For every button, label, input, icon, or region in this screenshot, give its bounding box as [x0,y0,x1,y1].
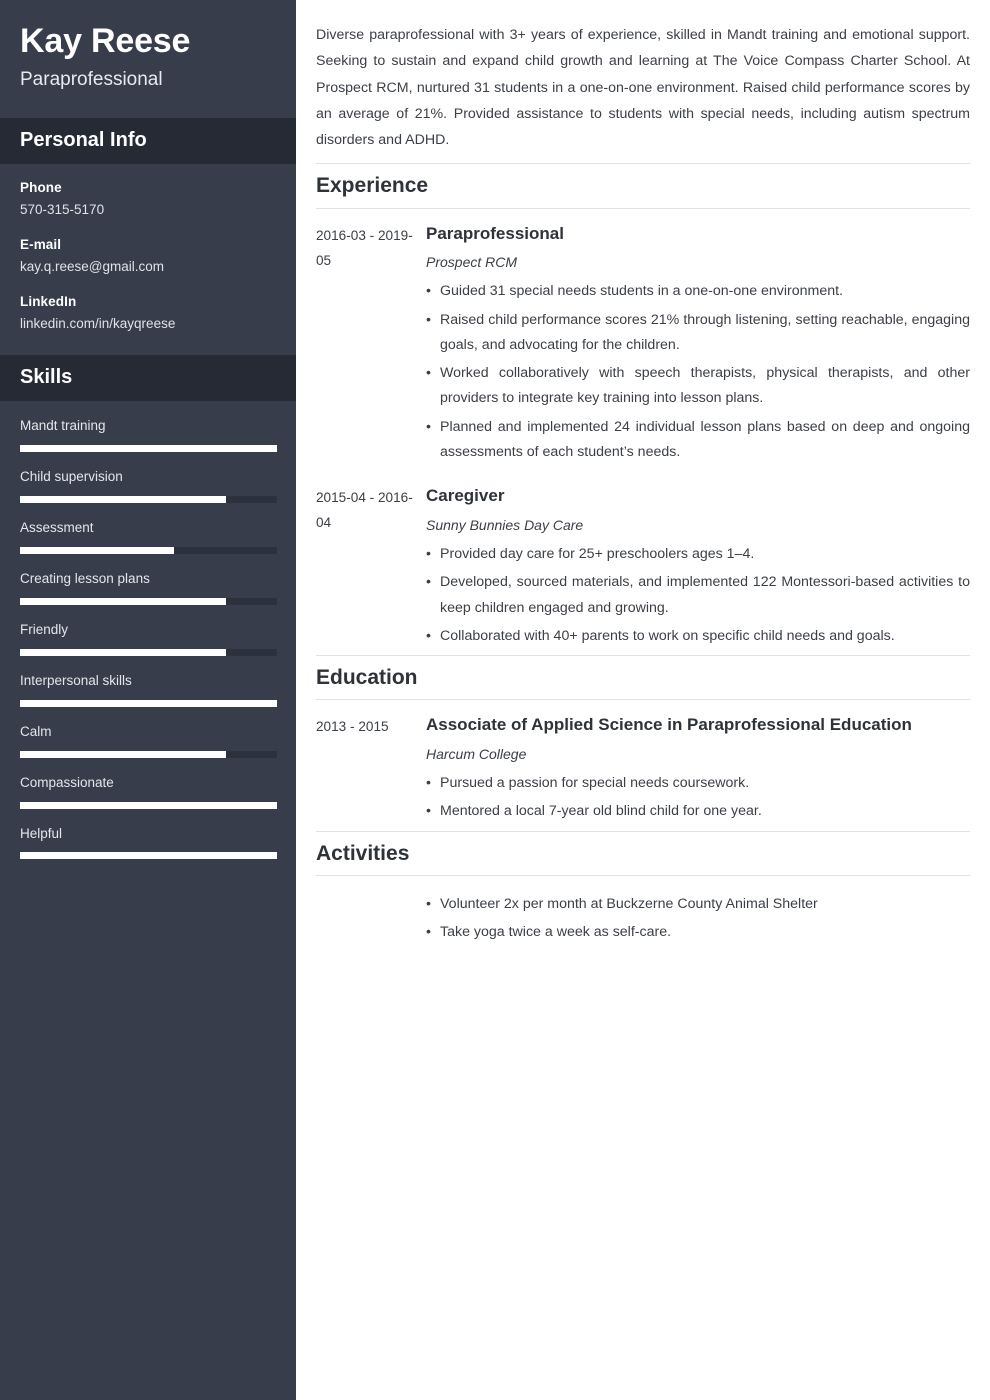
skill-bar-fill [20,496,226,504]
entry-school: Harcum College [426,745,527,762]
entry-dates: 2015-04 - 2016-04 [316,490,413,531]
section-heading-experience: Experience [316,174,429,198]
skill-bar-fill [20,597,226,605]
identity-block: Kay Reese Paraprofessional [0,0,296,118]
entry-organization: Prospect RCM [426,253,518,270]
bullet-item: Provided day care for 25+ preschoolers a… [426,542,970,568]
skill-label: Helpful [20,825,63,841]
contact-value[interactable]: linkedin.com/in/kayqreese [20,314,276,335]
skill-item: Interpersonal skills [20,672,277,707]
candidate-job-title: Paraprofessional [20,69,163,91]
entry-body: Associate of Applied Science in Paraprof… [426,712,970,825]
personal-info-heading: Personal Info [20,128,147,151]
resume-page: Kay Reese Paraprofessional Personal Info… [0,0,990,1400]
sidebar: Kay Reese Paraprofessional Personal Info… [0,0,296,1400]
entry-body: Caregiver Sunny Bunnies Day Care Provide… [426,483,970,649]
skill-label: Creating lesson plans [20,571,150,587]
skill-item: Friendly [20,621,277,656]
skill-label: Child supervision [20,469,123,485]
education-entry: 2013 - 2015 Associate of Applied Science… [316,700,970,830]
skills-heading: Skills [20,366,73,389]
entry-dates: 2016-03 - 2019-05 [316,227,413,268]
bullet-item: Guided 31 special needs students in a on… [426,279,970,305]
section-experience: Experience 2016-03 - 2019-05 Paraprofess… [316,163,970,655]
entry-bullets: Volunteer 2x per month at Buckzerne Coun… [426,892,970,946]
professional-summary: Diverse paraprofessional with 3+ years o… [316,27,970,149]
bullet-item: Take yoga twice a week as self-care. [426,920,970,946]
skill-item: Mandt training [20,417,277,453]
contact-list: Phone 570-315-5170 E-mail kay.q.reese@gm… [0,164,296,356]
skill-label: Compassionate [20,774,114,790]
entry-body: Paraprofessional Prospect RCM Guided 31 … [426,221,970,466]
entry-bullets: Guided 31 special needs students in a on… [426,279,970,465]
skill-bar-track [20,445,277,453]
bullet-item: Collaborated with 40+ parents to work on… [426,624,970,650]
contact-label: Phone [20,179,62,195]
skills-header: Skills [0,355,296,402]
skill-bar-track [20,801,277,809]
skill-bar-fill [20,801,277,809]
entry-body: Volunteer 2x per month at Buckzerne Coun… [426,886,970,946]
contact-item-email: E-mail kay.q.reese@gmail.com [20,235,276,278]
candidate-name: Kay Reese [20,22,191,60]
skill-label: Mandt training [20,418,106,434]
experience-entry: 2015-04 - 2016-04 Caregiver Sunny Bunnie… [316,471,970,655]
skill-bar-fill [20,852,277,860]
contact-label: LinkedIn [20,294,77,310]
skill-item: Child supervision [20,468,277,504]
skill-item: Assessment [20,519,277,555]
skill-item: Compassionate [20,774,277,809]
bullet-item: Developed, sourced materials, and implem… [426,570,970,621]
section-education: Education 2013 - 2015 Associate of Appli… [316,655,970,831]
personal-info-header: Personal Info [0,117,296,164]
skill-label: Assessment [20,520,94,536]
bullet-item: Raised child performance scores 21% thro… [426,308,970,359]
main-content: Diverse paraprofessional with 3+ years o… [296,0,990,1400]
contact-value[interactable]: 570-315-5170 [20,200,276,221]
skill-label: Friendly [20,621,69,637]
section-heading-education: Education [316,666,418,690]
entry-bullets: Pursued a passion for special needs cour… [426,771,970,825]
skill-bar-track [20,496,277,504]
skill-item: Calm [20,723,277,758]
entry-role: Paraprofessional [426,223,564,243]
bullet-item: Pursued a passion for special needs cour… [426,771,970,797]
contact-value[interactable]: kay.q.reese@gmail.com [20,257,276,278]
activities-date-spacer [316,886,426,946]
contact-label: E-mail [20,237,62,253]
skill-bar-track [20,547,277,555]
skill-bar-track [20,648,277,656]
section-heading-activities: Activities [316,841,410,865]
contact-item-linkedin: LinkedIn linkedin.com/in/kayqreese [20,292,276,335]
skill-bar-fill [20,445,277,453]
entry-bullets: Provided day care for 25+ preschoolers a… [426,542,970,649]
skill-bar-track [20,699,277,707]
skill-bar-fill [20,547,175,555]
bullet-item: Volunteer 2x per month at Buckzerne Coun… [426,892,970,918]
skill-bar-track [20,852,277,860]
bullet-item: Mentored a local 7-year old blind child … [426,799,970,825]
skill-label: Calm [20,723,52,739]
skill-item: Creating lesson plans [20,570,277,605]
skill-bar-track [20,597,277,605]
bullet-item: Planned and implemented 24 individual le… [426,415,970,466]
entry-degree: Associate of Applied Science in Paraprof… [426,715,912,735]
contact-item-phone: Phone 570-315-5170 [20,178,276,221]
skills-list: Mandt training Child supervision Assessm… [0,401,296,895]
entry-role: Caregiver [426,486,505,506]
entry-organization: Sunny Bunnies Day Care [426,516,584,533]
skill-label: Interpersonal skills [20,672,132,688]
entry-dates: 2013 - 2015 [316,719,389,735]
experience-entry: 2016-03 - 2019-05 Paraprofessional Prosp… [316,209,970,472]
section-activities: Activities Volunteer 2x per month at Buc… [316,830,970,952]
activities-entry: Volunteer 2x per month at Buckzerne Coun… [316,876,970,952]
skill-bar-fill [20,750,226,758]
skill-item: Helpful [20,825,277,860]
skill-bar-track [20,750,277,758]
skill-bar-fill [20,699,277,707]
skill-bar-fill [20,648,226,656]
bullet-item: Worked collaboratively with speech thera… [426,361,970,412]
